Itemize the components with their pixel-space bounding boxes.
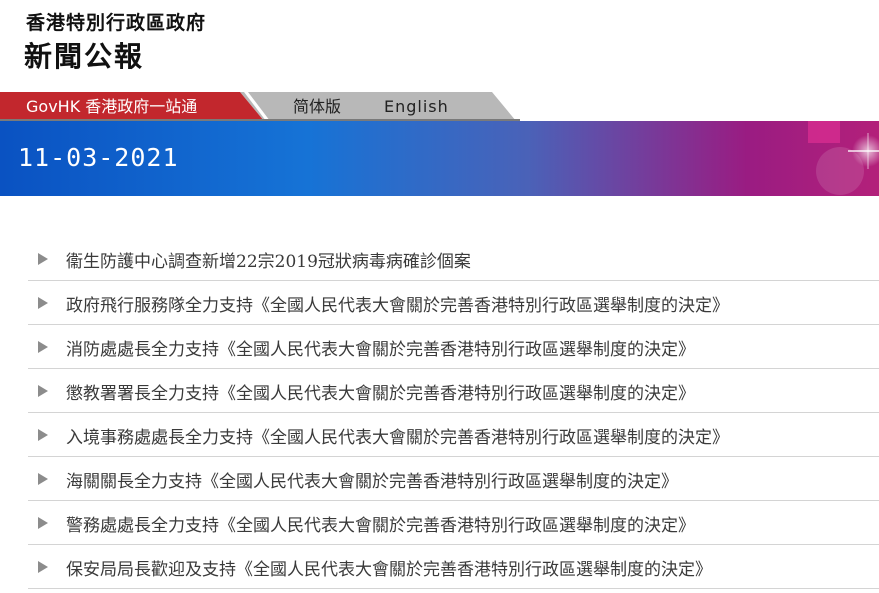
release-date: 11-03-2021 <box>18 143 179 172</box>
news-link[interactable]: 懲教署署長全力支持《全國人民代表大會關於完善香港特別行政區選舉制度的決定》 <box>66 379 695 404</box>
list-item[interactable]: 懲教署署長全力支持《全國人民代表大會關於完善香港特別行政區選舉制度的決定》 <box>28 369 879 413</box>
arrow-right-icon <box>38 385 48 397</box>
bulletin-title: 新聞公報 <box>24 40 145 73</box>
list-item[interactable]: 保安局局長歡迎及支持《全國人民代表大會關於完善香港特別行政區選舉制度的決定》 <box>28 545 879 589</box>
top-navigation: GovHK 香港政府一站通 简体版 English <box>0 92 879 121</box>
list-item[interactable]: 警務處處長全力支持《全國人民代表大會關於完善香港特別行政區選舉制度的決定》 <box>28 501 879 545</box>
news-link[interactable]: 海關關長全力支持《全國人民代表大會關於完善香港特別行政區選舉制度的決定》 <box>66 467 678 492</box>
arrow-right-icon <box>38 473 48 485</box>
news-list: 衞生防護中心調查新增22宗2019冠狀病毒病確診個案 政府飛行服務隊全力支持《全… <box>28 237 879 589</box>
arrow-right-icon <box>38 517 48 529</box>
simplified-chinese-link[interactable]: 简体版 <box>293 95 341 119</box>
list-item[interactable]: 消防處處長全力支持《全國人民代表大會關於完善香港特別行政區選舉制度的決定》 <box>28 325 879 369</box>
arrow-right-icon <box>38 341 48 353</box>
news-link[interactable]: 政府飛行服務隊全力支持《全國人民代表大會關於完善香港特別行政區選舉制度的決定》 <box>66 291 729 316</box>
english-link[interactable]: English <box>384 95 449 119</box>
arrow-right-icon <box>38 429 48 441</box>
list-item[interactable]: 入境事務處處長全力支持《全國人民代表大會關於完善香港特別行政區選舉制度的決定》 <box>28 413 879 457</box>
news-link[interactable]: 警務處處長全力支持《全國人民代表大會關於完善香港特別行政區選舉制度的決定》 <box>66 511 695 536</box>
list-item[interactable]: 政府飛行服務隊全力支持《全國人民代表大會關於完善香港特別行政區選舉制度的決定》 <box>28 281 879 325</box>
arrow-right-icon <box>38 561 48 573</box>
date-banner: 11-03-2021 <box>0 121 879 196</box>
arrow-right-icon <box>38 253 48 265</box>
govhk-link[interactable]: GovHK 香港政府一站通 <box>26 95 197 119</box>
news-link[interactable]: 保安局局長歡迎及支持《全國人民代表大會關於完善香港特別行政區選舉制度的決定》 <box>66 555 712 580</box>
news-link[interactable]: 衞生防護中心調查新增22宗2019冠狀病毒病確診個案 <box>66 247 471 272</box>
government-name: 香港特別行政區政府 <box>26 12 207 34</box>
list-item[interactable]: 海關關長全力支持《全國人民代表大會關於完善香港特別行政區選舉制度的決定》 <box>28 457 879 501</box>
news-link[interactable]: 消防處處長全力支持《全國人民代表大會關於完善香港特別行政區選舉制度的決定》 <box>66 335 695 360</box>
list-item[interactable]: 衞生防護中心調查新增22宗2019冠狀病毒病確診個案 <box>28 237 879 281</box>
news-link[interactable]: 入境事務處處長全力支持《全國人民代表大會關於完善香港特別行政區選舉制度的決定》 <box>66 423 729 448</box>
arrow-right-icon <box>38 297 48 309</box>
page-header: 香港特別行政區政府 新聞公報 <box>0 0 879 92</box>
